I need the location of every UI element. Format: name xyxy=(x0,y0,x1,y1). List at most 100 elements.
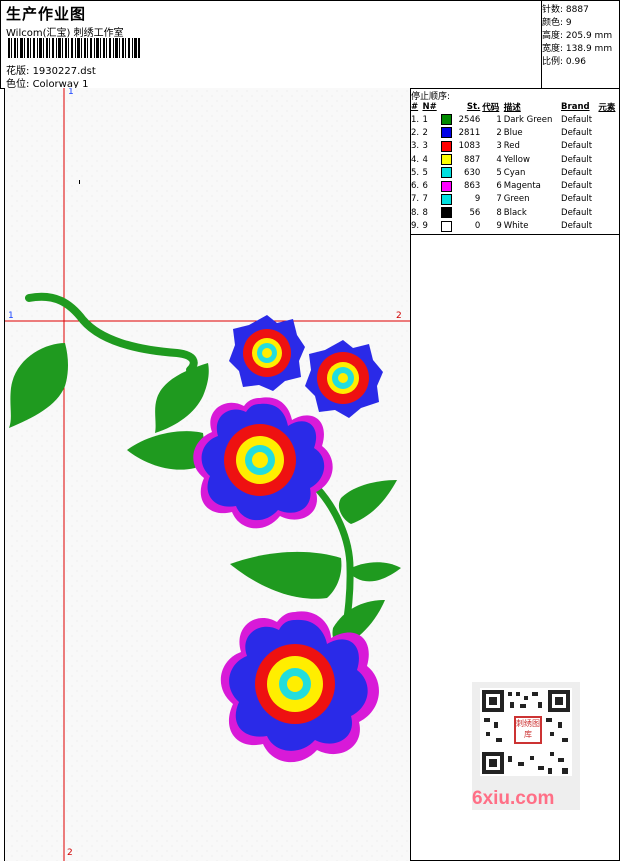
table-header-row: # N# St. 代码 描述 Brand 元素 xyxy=(410,100,619,113)
col-header: Brand xyxy=(561,101,590,112)
color-swatch-icon xyxy=(440,140,452,152)
color-swatch-icon xyxy=(440,193,452,205)
color-swatch xyxy=(440,140,455,153)
table-row: 5. 5 630 5 Cyan Default xyxy=(410,166,619,179)
row-brand: Default xyxy=(561,141,593,152)
col-header: 元素 xyxy=(598,102,616,113)
col-header: St. xyxy=(466,101,481,112)
row-element xyxy=(597,219,619,232)
table-row: 9. 9 0 9 White Default xyxy=(410,219,619,232)
row-index: 4. xyxy=(411,154,420,165)
row-number: 8 xyxy=(422,207,428,218)
table-row: 2. 2 2811 2 Blue Default xyxy=(410,126,619,139)
col-header: 代码 xyxy=(482,102,500,113)
color-swatch xyxy=(440,193,455,206)
color-swatch xyxy=(440,126,455,139)
guide-label-top: 1 xyxy=(68,88,74,97)
color-swatch xyxy=(440,179,455,192)
color-swatch-icon xyxy=(440,220,452,232)
page-title: 生产作业图 xyxy=(6,5,87,23)
row-brand: Default xyxy=(561,114,593,125)
row-index: 1. xyxy=(411,114,420,125)
row-number: 3 xyxy=(422,141,428,152)
color-swatch-icon xyxy=(440,180,452,192)
row-element xyxy=(597,153,619,166)
row-element xyxy=(597,179,619,192)
table-row: 7. 7 9 7 Green Default xyxy=(410,193,619,206)
stat-stitches: 针数: 8887 xyxy=(542,5,589,15)
row-stitches: 56 xyxy=(469,207,481,218)
stat-height: 高度: 205.9 mm xyxy=(542,31,613,41)
row-desc: Dark Green xyxy=(503,114,553,125)
row-number: 6 xyxy=(422,181,428,192)
stat-scale: 比例: 0.96 xyxy=(542,57,586,67)
col-header: # xyxy=(411,101,419,112)
table-row: 3. 3 1083 3 Red Default xyxy=(410,140,619,153)
color-swatch xyxy=(440,113,455,126)
guide-label-bottom: 2 xyxy=(67,848,73,858)
row-brand: Default xyxy=(561,221,593,232)
row-element xyxy=(597,166,619,179)
color-swatch xyxy=(440,166,455,179)
row-stitches: 2811 xyxy=(458,127,481,138)
embroidery-preview xyxy=(5,88,410,861)
row-element xyxy=(597,126,619,139)
row-code: 7 xyxy=(496,194,502,205)
row-element xyxy=(597,113,619,126)
row-code: 2 xyxy=(496,127,502,138)
row-stitches: 1083 xyxy=(458,141,481,152)
row-stitches: 887 xyxy=(464,154,481,165)
row-number: 1 xyxy=(422,114,428,125)
row-code: 9 xyxy=(496,221,502,232)
row-code: 4 xyxy=(496,154,502,165)
row-code: 3 xyxy=(496,141,502,152)
row-desc: Yellow xyxy=(503,154,530,165)
design-canvas: 1 1 2 2 xyxy=(5,88,411,861)
row-brand: Default xyxy=(561,154,593,165)
row-brand: Default xyxy=(561,207,593,218)
flower-large-top xyxy=(193,397,333,529)
row-stitches: 630 xyxy=(464,167,481,178)
row-desc: Blue xyxy=(503,127,523,138)
studio-name: Wilcom(汇宝) 刺绣工作室 xyxy=(6,28,124,39)
color-swatch xyxy=(440,206,455,219)
color-swatch-icon xyxy=(440,114,452,126)
color-swatch xyxy=(440,153,455,166)
row-brand: Default xyxy=(561,181,593,192)
row-number: 4 xyxy=(422,154,428,165)
row-index: 7. xyxy=(411,194,420,205)
color-swatch-icon xyxy=(440,127,452,139)
row-index: 8. xyxy=(411,207,420,218)
flower-large-bottom xyxy=(220,611,379,763)
table-row: 8. 8 56 8 Black Default xyxy=(410,206,619,219)
row-index: 6. xyxy=(411,181,420,192)
row-index: 3. xyxy=(411,141,420,152)
row-code: 8 xyxy=(496,207,502,218)
panel-divider xyxy=(410,234,619,235)
col-header: 描述 xyxy=(503,102,521,113)
row-desc: Green xyxy=(503,194,530,205)
col-header: N# xyxy=(422,101,437,112)
row-desc: Red xyxy=(503,141,520,152)
row-desc: Cyan xyxy=(503,167,526,178)
seal-stamp: 刺绣图库 xyxy=(514,716,542,744)
row-number: 5 xyxy=(422,167,428,178)
row-element xyxy=(597,206,619,219)
stat-width: 宽度: 138.9 mm xyxy=(542,44,613,54)
guide-label-right: 2 xyxy=(396,311,402,321)
table-row: 6. 6 863 6 Magenta Default xyxy=(410,179,619,192)
row-stitches: 863 xyxy=(464,181,481,192)
row-brand: Default xyxy=(561,194,593,205)
col-header xyxy=(440,100,455,113)
table-row: 4. 4 887 4 Yellow Default xyxy=(410,153,619,166)
row-index: 5. xyxy=(411,167,420,178)
color-swatch-icon xyxy=(440,207,452,219)
row-brand: Default xyxy=(561,127,593,138)
row-desc: Magenta xyxy=(503,181,541,192)
row-element xyxy=(597,140,619,153)
row-brand: Default xyxy=(561,167,593,178)
stat-colors: 颜色: 9 xyxy=(542,18,572,28)
row-stitches: 2546 xyxy=(458,114,481,125)
row-stitches: 0 xyxy=(474,221,481,232)
watermark-logo: 6xiu.com xyxy=(472,788,555,809)
